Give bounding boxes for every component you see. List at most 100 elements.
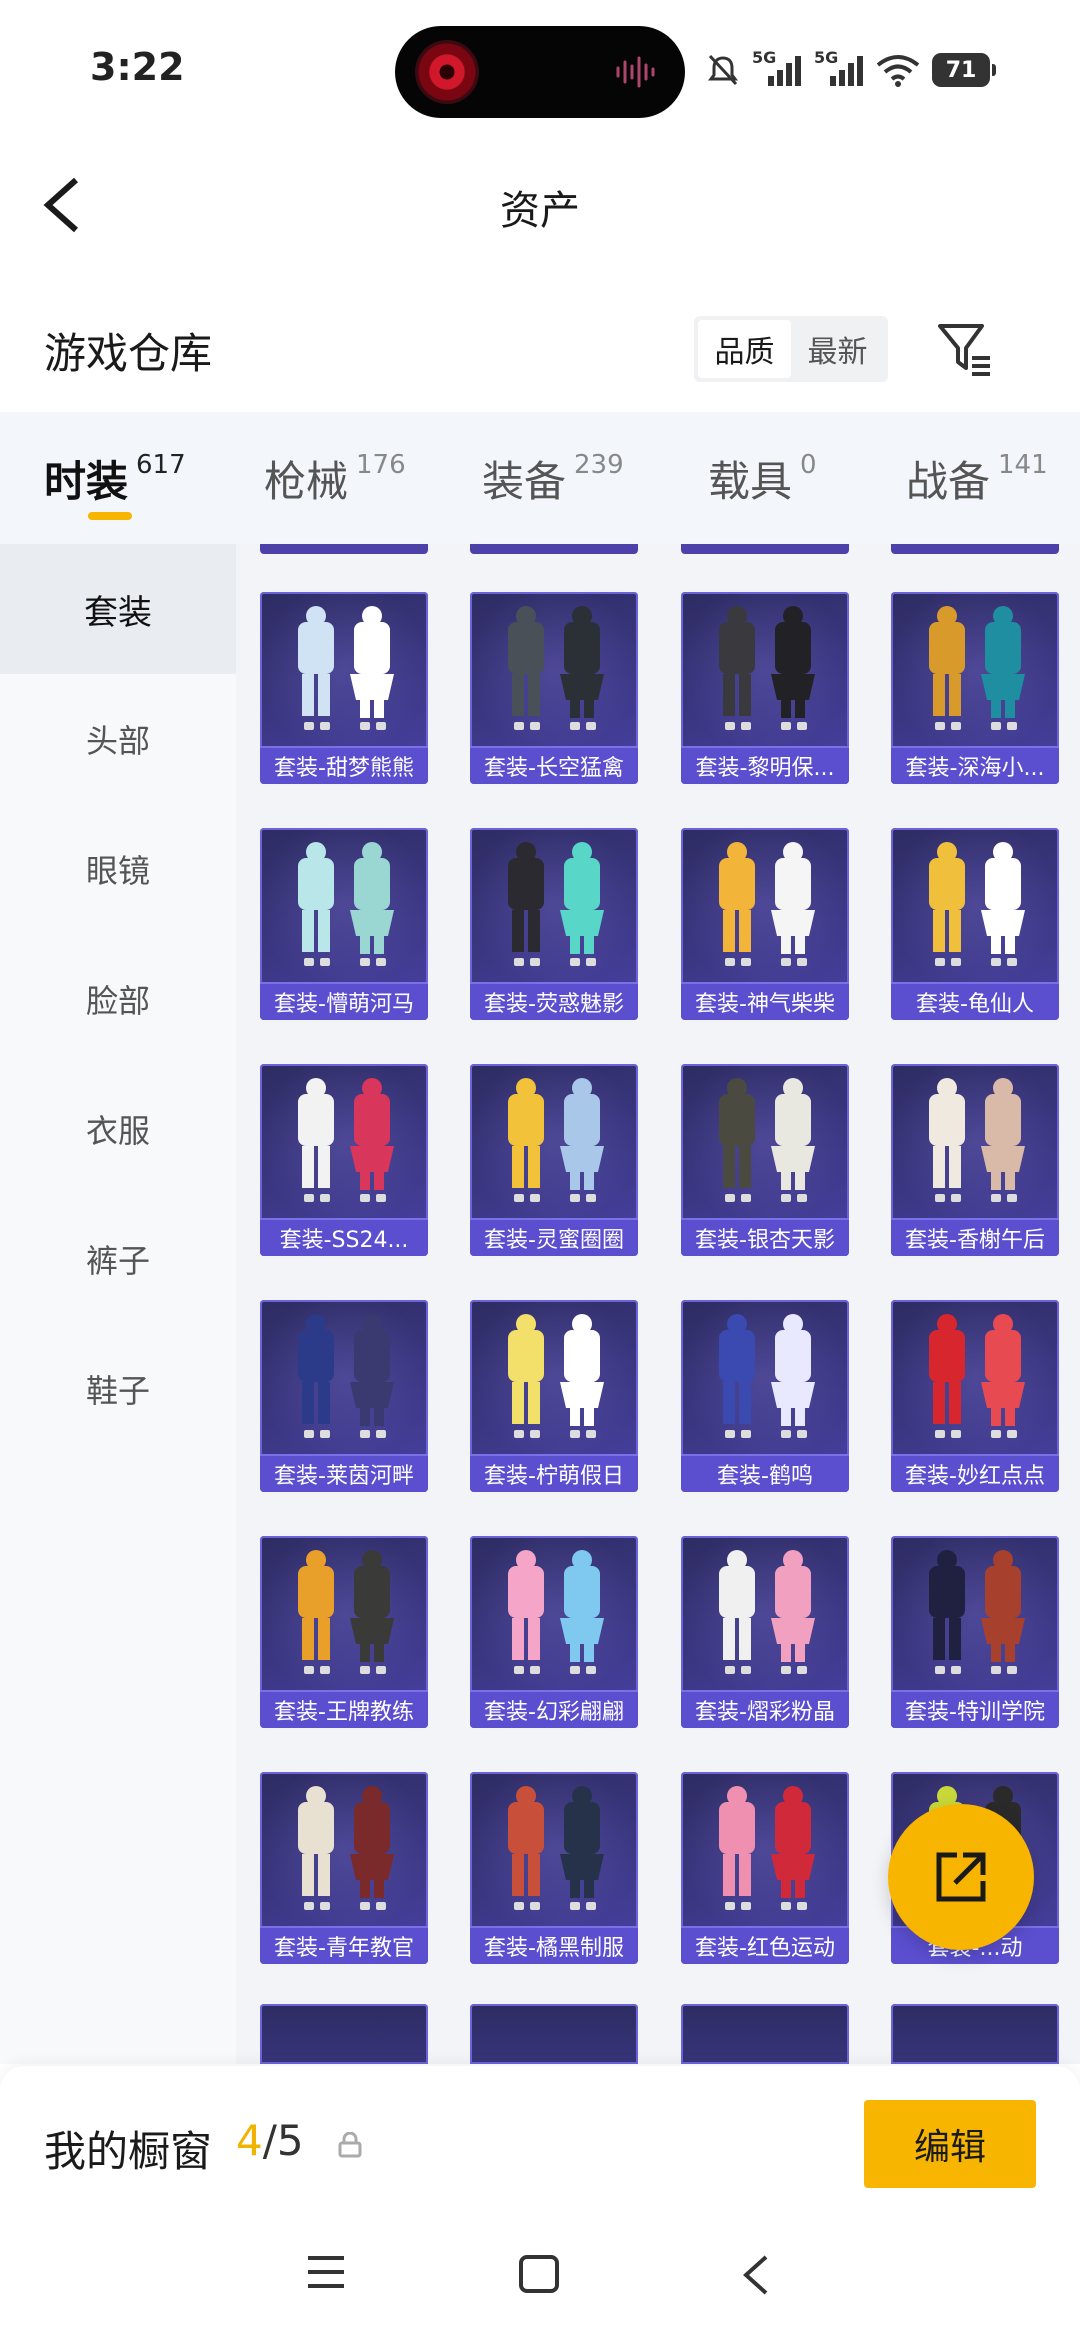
item-card[interactable]: 套装-王牌教练: [260, 1536, 428, 1728]
warehouse-title: 游戏仓库: [44, 329, 213, 378]
filter-icon[interactable]: [934, 316, 994, 382]
sidebar-item-suit[interactable]: 套装: [0, 544, 236, 674]
item-card-label: 套装-柠萌假日: [470, 1454, 638, 1492]
showcase-count: 4/5: [236, 2116, 304, 2165]
item-card-label: 套装-懵萌河马: [260, 982, 428, 1020]
item-card[interactable]: 套装-懵萌河马: [260, 828, 428, 1020]
item-card-label: 套装-灵蜜圈圈: [470, 1218, 638, 1256]
outfit-thumbnail: [929, 1550, 1025, 1674]
outfit-thumbnail: [719, 1314, 815, 1438]
outfit-thumbnail: [508, 606, 604, 730]
item-card[interactable]: 套装-鹤鸣: [681, 1300, 849, 1492]
item-card[interactable]: 套装-莱茵河畔: [260, 1300, 428, 1492]
item-card-label: 套装-甜梦熊熊: [260, 746, 428, 784]
category-tabs: 时装 617 枪械 176 装备 239 载具 0 战备 141: [0, 412, 1080, 544]
outfit-thumbnail: [719, 1550, 815, 1674]
status-icons: 5G 5G 71: [706, 48, 996, 90]
item-card-partial[interactable]: [260, 2004, 428, 2064]
home-square-icon[interactable]: [518, 2254, 560, 2294]
item-card[interactable]: 套装-妙红点点: [891, 1300, 1059, 1492]
item-card[interactable]: 套装-龟仙人: [891, 828, 1059, 1020]
outfit-thumbnail: [929, 606, 1025, 730]
tab-count: 141: [998, 450, 1048, 480]
item-card[interactable]: 套装-银杏天影: [681, 1064, 849, 1256]
card-stub: [260, 544, 428, 554]
menu-icon[interactable]: [306, 2254, 346, 2290]
tab-vehicles[interactable]: 载具 0: [708, 448, 817, 509]
tab-equipment[interactable]: 装备 239: [482, 448, 624, 509]
showcase-panel: 我的橱窗 4/5 编辑: [0, 2066, 1080, 2347]
tab-label: 装备: [482, 457, 567, 506]
item-card[interactable]: 套装-深海小...: [891, 592, 1059, 784]
item-card[interactable]: 套装-青年教官: [260, 1772, 428, 1964]
tab-guns[interactable]: 枪械 176: [264, 448, 406, 509]
item-card[interactable]: 套装-熠彩粉晶: [681, 1536, 849, 1728]
item-card-label: 套装-青年教官: [260, 1926, 428, 1964]
item-card-label: 套装-红色运动: [681, 1926, 849, 1964]
item-card[interactable]: 套装-黎明保...: [681, 592, 849, 784]
showcase-current: 4: [236, 2116, 263, 2165]
item-card[interactable]: 套装-灵蜜圈圈: [470, 1064, 638, 1256]
showcase-total: 5: [276, 2116, 304, 2165]
sidebar-item-shoes[interactable]: 鞋子: [0, 1324, 236, 1454]
item-card[interactable]: 套装-长空猛禽: [470, 592, 638, 784]
warehouse-bar: 游戏仓库 品质 最新: [0, 290, 1080, 410]
showcase-title: 我的橱窗: [44, 2127, 213, 2176]
sidebar-item-face[interactable]: 脸部: [0, 934, 236, 1064]
item-card[interactable]: 套装-荧惑魅影: [470, 828, 638, 1020]
item-card-label: 套装-香榭午后: [891, 1218, 1059, 1256]
outfit-thumbnail: [929, 1078, 1025, 1202]
tab-count: 176: [356, 450, 406, 480]
item-card[interactable]: 套装-幻彩翩翩: [470, 1536, 638, 1728]
tab-active-indicator: [88, 512, 132, 520]
subcategory-sidebar: 套装 头部 眼镜 脸部 衣服 裤子 鞋子: [0, 544, 236, 2064]
outfit-thumbnail: [719, 1786, 815, 1910]
item-card-label: 套装-神气柴柴: [681, 982, 849, 1020]
item-card-label: 套装-熠彩粉晶: [681, 1690, 849, 1728]
card-stub: [681, 544, 849, 554]
eye-app-icon: [415, 40, 479, 104]
item-card-label: 套装-王牌教练: [260, 1690, 428, 1728]
item-card[interactable]: 套装-香榭午后: [891, 1064, 1059, 1256]
sidebar-item-pants[interactable]: 裤子: [0, 1194, 236, 1324]
item-card-label: 套装-长空猛禽: [470, 746, 638, 784]
sort-quality-option[interactable]: 品质: [698, 320, 791, 378]
item-card[interactable]: 套装-柠萌假日: [470, 1300, 638, 1492]
item-card-label: 套装-龟仙人: [891, 982, 1059, 1020]
item-card-label: 套装-莱茵河畔: [260, 1454, 428, 1492]
item-card[interactable]: 套装-神气柴柴: [681, 828, 849, 1020]
item-card[interactable]: 套装-甜梦熊熊: [260, 592, 428, 784]
sidebar-item-head[interactable]: 头部: [0, 674, 236, 804]
outfit-thumbnail: [298, 1314, 394, 1438]
share-external-icon: [936, 1852, 986, 1902]
item-card-partial[interactable]: [891, 2004, 1059, 2064]
outfit-thumbnail: [298, 606, 394, 730]
item-card-label: 套装-橘黑制服: [470, 1926, 638, 1964]
sort-latest-option[interactable]: 最新: [791, 320, 884, 378]
sidebar-item-clothes[interactable]: 衣服: [0, 1064, 236, 1194]
tab-count: 0: [800, 450, 817, 480]
item-card-partial[interactable]: [470, 2004, 638, 2064]
sort-toggle: 品质 最新: [694, 316, 888, 382]
item-card-label: 套装-SS24...: [260, 1218, 428, 1256]
item-card[interactable]: 套装-SS24...: [260, 1064, 428, 1256]
page-header: 资产: [0, 130, 1080, 280]
item-card[interactable]: 套装-特训学院: [891, 1536, 1059, 1728]
tab-combat-gear[interactable]: 战备 141: [906, 448, 1048, 509]
mute-bell-icon: [708, 54, 738, 86]
outfit-thumbnail: [719, 606, 815, 730]
share-button[interactable]: [888, 1804, 1034, 1950]
dynamic-island: [395, 26, 685, 118]
outfit-thumbnail: [508, 1078, 604, 1202]
tab-label: 战备: [906, 457, 991, 506]
edit-button[interactable]: 编辑: [864, 2100, 1036, 2188]
item-card-partial[interactable]: [681, 2004, 849, 2064]
back-chevron-icon[interactable]: [740, 2254, 770, 2296]
signal-5g-icon-2: 5G: [814, 48, 864, 88]
sidebar-item-glasses[interactable]: 眼镜: [0, 804, 236, 934]
tab-fashion[interactable]: 时装 617: [44, 448, 186, 509]
outfit-thumbnail: [929, 1314, 1025, 1438]
item-card[interactable]: 套装-橘黑制服: [470, 1772, 638, 1964]
item-card[interactable]: 套装-红色运动: [681, 1772, 849, 1964]
outfit-thumbnail: [719, 1078, 815, 1202]
